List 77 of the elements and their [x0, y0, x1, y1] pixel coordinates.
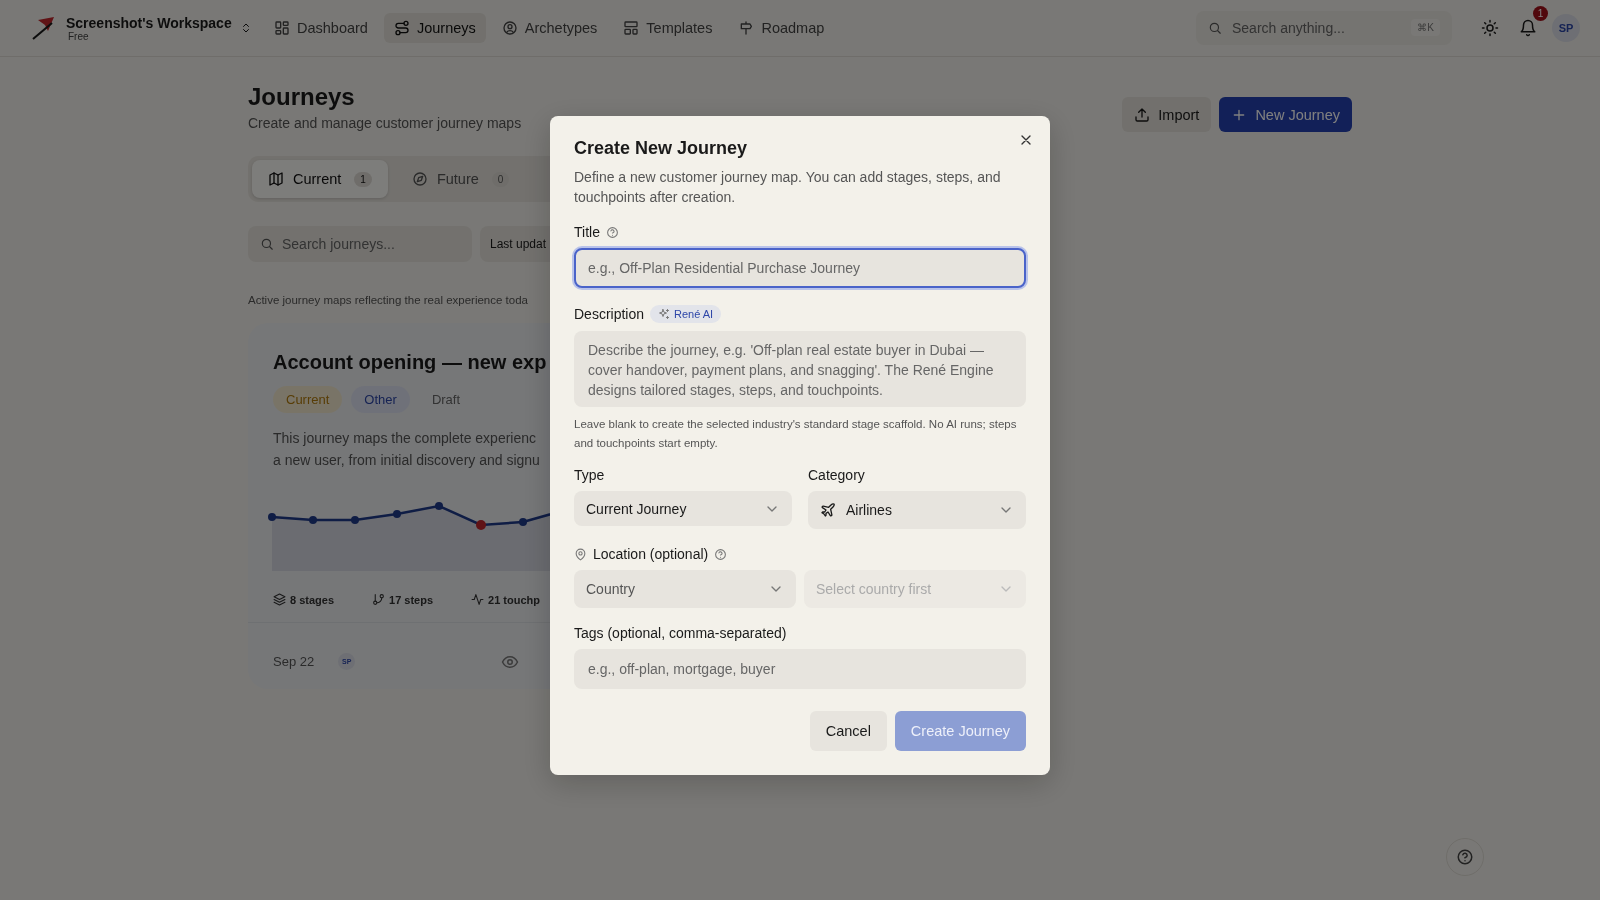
notification-badge: 1 — [1533, 6, 1548, 21]
category-select[interactable]: Airlines — [808, 491, 1026, 529]
field-label: Location (optional) — [593, 546, 709, 562]
help-icon — [1456, 848, 1474, 866]
help-icon — [714, 547, 728, 561]
bell-icon — [1519, 19, 1537, 37]
stat-label: 17 steps — [389, 593, 434, 606]
user-circle-icon — [501, 20, 518, 36]
journey-title: Account opening — new exp — [273, 351, 548, 374]
search-field[interactable]: Search journeys... — [248, 226, 472, 262]
map-icon — [268, 171, 284, 187]
description-field[interactable]: Describe the journey, e.g. 'Off-plan real estate buyer in Dubai — cover handover, payment plans, and snagging'. The René Engine designs tailored stages, steps, and touchpoints. — [574, 331, 1026, 407]
journey-description: a new user, from initial discovery and signu — [273, 451, 541, 470]
search-icon — [260, 237, 274, 251]
stat-label: 21 touchp — [488, 593, 540, 606]
shortcut-hint: ⌘K — [1411, 19, 1440, 36]
import-button[interactable]: Import — [1122, 97, 1212, 132]
plan-label: Free — [68, 30, 90, 42]
data-point — [519, 518, 527, 526]
search-icon — [1208, 21, 1222, 35]
tag: Other — [351, 386, 410, 413]
title-field[interactable]: e.g., Off-Plan Residential Purchase Journey — [574, 248, 1026, 288]
page-title: Journeys — [248, 83, 356, 111]
stat-label: 8 stages — [290, 593, 335, 606]
layout-icon — [623, 20, 640, 36]
nav-item[interactable]: Templates — [613, 13, 723, 43]
layers-icon — [273, 593, 286, 606]
sparkles-icon — [658, 308, 671, 320]
dialog-title: Create New Journey — [574, 138, 749, 159]
country-select[interactable]: Country — [574, 570, 796, 608]
dashboard-icon — [274, 20, 290, 36]
plane-icon — [820, 502, 836, 518]
tags-field[interactable]: e.g., off-plan, mortgage, buyer — [574, 649, 1026, 689]
field-label: Type — [574, 467, 605, 483]
new-journey-button[interactable]: New Journey — [1219, 97, 1352, 132]
cancel-button[interactable]: Cancel — [809, 711, 887, 751]
view-tab[interactable]: Current 1 — [252, 160, 388, 198]
nav-item[interactable]: Dashboard — [264, 13, 378, 43]
tag: Current — [273, 386, 343, 413]
pulse-icon — [471, 593, 485, 606]
count-badge: 1 — [354, 171, 372, 187]
data-point — [268, 513, 276, 521]
helper-text: Leave blank to create the selected industry's standard stage scaffold. No AI runs; steps and touchpoints start empty. — [574, 417, 1018, 451]
ai-badge[interactable]: René AI — [650, 305, 722, 323]
dialog-description: Define a new customer journey map. You can add stages, steps, and touchpoints after creation. — [574, 168, 1002, 207]
pin-icon — [574, 547, 587, 561]
page-subtitle: Create and manage customer journey maps — [248, 115, 522, 131]
data-point — [435, 502, 443, 510]
field-label: Description — [574, 306, 645, 322]
signpost-icon — [738, 20, 755, 36]
branch-icon — [372, 593, 386, 606]
section-note: Active journey maps reflecting the real experience toda — [248, 294, 529, 306]
compass-icon — [411, 171, 428, 187]
type-select[interactable]: Current Journey — [574, 491, 792, 526]
user-avatar[interactable]: SP — [1552, 14, 1580, 42]
data-point — [476, 520, 486, 530]
view-tab[interactable]: Future 0 — [395, 160, 526, 198]
nav-item[interactable]: Journeys — [383, 13, 486, 43]
journey-description: This journey maps the complete experienc — [273, 429, 538, 448]
nav-item[interactable]: Archetypes — [491, 13, 608, 43]
workspace-name[interactable]: Screenshot's Workspace — [66, 14, 232, 31]
help-icon — [605, 225, 619, 239]
field-label: Title — [574, 224, 600, 240]
journey-date: Sep 22 — [273, 654, 315, 669]
count-badge: 0 — [491, 171, 510, 187]
nav-item[interactable]: Roadmap — [728, 13, 835, 43]
sun-icon — [1481, 19, 1499, 37]
sort-select[interactable]: Last updat — [480, 226, 550, 262]
data-point — [393, 510, 401, 518]
data-point — [351, 516, 359, 524]
tag: Draft — [418, 386, 474, 413]
data-point — [309, 516, 317, 524]
upload-icon — [1134, 106, 1151, 123]
field-label: Category — [808, 467, 865, 483]
route-icon — [393, 20, 410, 36]
help-button[interactable] — [1446, 838, 1484, 876]
field-label: Tags (optional, comma-separated) — [574, 625, 787, 641]
